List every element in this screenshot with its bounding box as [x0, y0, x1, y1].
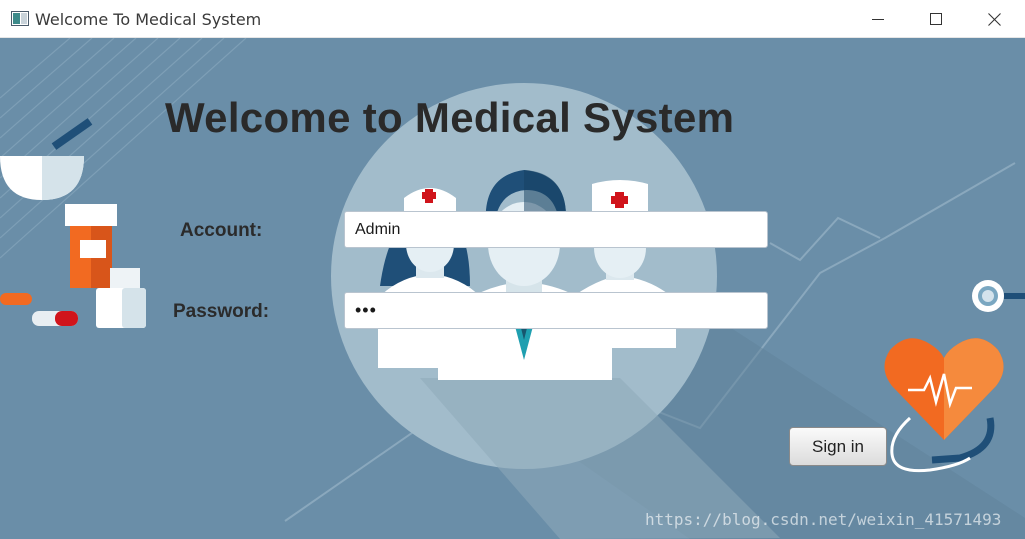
watermark-url: https://blog.csdn.net/weixin_41571493	[645, 510, 1002, 529]
maximize-button[interactable]	[907, 0, 965, 38]
minimize-button[interactable]	[849, 0, 907, 38]
app-window: Welcome To Medical System Welcome to Med…	[0, 0, 1025, 539]
account-input[interactable]: Admin	[344, 211, 768, 248]
sign-in-button[interactable]: Sign in	[789, 427, 887, 466]
welcome-heading: Welcome to Medical System	[165, 94, 735, 141]
password-input[interactable]: •••	[344, 292, 768, 329]
close-button[interactable]	[965, 0, 1023, 38]
login-panel: Welcome to Medical System Account: Admin…	[0, 38, 1025, 539]
maximize-icon	[930, 13, 942, 25]
window-app-icon	[11, 11, 29, 26]
window-title: Welcome To Medical System	[35, 10, 262, 29]
account-label: Account:	[180, 220, 263, 241]
password-label: Password:	[173, 301, 270, 322]
pill-bottle-illustration	[65, 204, 117, 288]
close-icon	[987, 12, 1001, 26]
minimize-icon	[872, 19, 884, 20]
title-bar: Welcome To Medical System	[0, 0, 1025, 38]
